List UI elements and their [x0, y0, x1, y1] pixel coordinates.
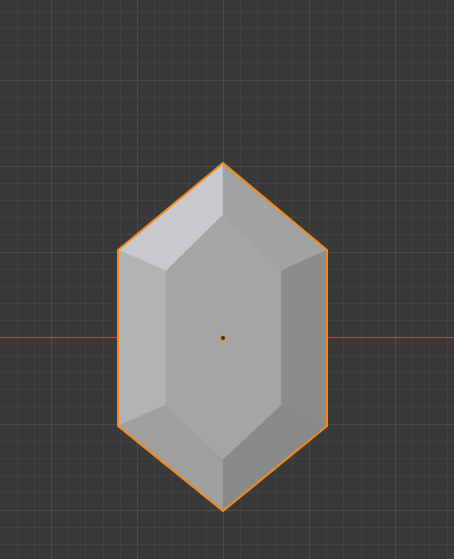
object-origin-point[interactable]: [219, 334, 227, 342]
3d-viewport[interactable]: [0, 0, 454, 559]
face-right-bevel[interactable]: [280, 249, 328, 427]
viewport-canvas[interactable]: [0, 0, 454, 559]
face-left-bevel[interactable]: [117, 249, 167, 427]
